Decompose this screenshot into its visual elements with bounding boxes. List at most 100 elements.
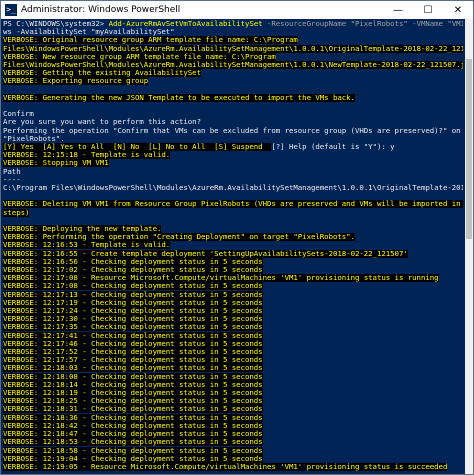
verbose-text: VERBOSE: 12:17:52 - Checking deployment …	[3, 348, 263, 357]
verbose-text: VERBOSE: Deploying the new template.	[3, 225, 162, 234]
minimize-button[interactable]: —	[383, 1, 413, 19]
console-line: Path	[3, 168, 463, 176]
powershell-window: >_ Administrator: Windows PowerShell — ☐…	[0, 0, 474, 475]
console-line: Files\WindowsPowerShell\Modules\AzureRm.…	[3, 61, 463, 70]
console-line: VERBOSE: Original resource group ARM tem…	[3, 36, 463, 45]
verbose-text: VERBOSE: 12:17:57 - Checking deployment …	[3, 356, 263, 365]
console-line: VERBOSE: Exporting resource group	[3, 77, 463, 86]
console-line: VERBOSE: Deleting VM VM1 from Resource G…	[3, 200, 463, 209]
verbose-text: VERBOSE: 12:17:08 - Resource Microsoft.C…	[3, 274, 439, 283]
verbose-text: VERBOSE: 12:18:03 - Checking deployment …	[3, 364, 263, 373]
verbose-text: VERBOSE: 12:16:56 - Checking deployment …	[3, 257, 263, 266]
verbose-text: VERBOSE: 12:18:58 - Checking deployment …	[3, 446, 263, 455]
verbose-text: VERBOSE: 12:17:46 - Checking deployment …	[3, 339, 263, 348]
console-line: Confirm	[3, 110, 463, 118]
verbose-text: VERBOSE: 12:17:13 - Checking deployment …	[3, 290, 263, 299]
confirm-options: [Y] Yes [A] Yes to All [N] No [L] No to …	[3, 143, 272, 152]
verbose-text: VERBOSE: 12:18:08 - Checking deployment …	[3, 372, 263, 381]
verbose-text: VERBOSE: 12:18:25 - Checking deployment …	[3, 397, 263, 406]
output-text: ws -AvailabilitySet "myAvailabilitySet"	[3, 28, 175, 37]
verbose-text: Files\WindowsPowerShell\Modules\AzureRm.…	[3, 44, 463, 53]
verbose-text: VERBOSE: 12:17:24 - Checking deployment …	[3, 307, 263, 316]
console-line: VERBOSE: 12:17:46 - Checking deployment …	[3, 339, 463, 348]
verbose-text: VERBOSE: 12:17:08 - Checking deployment …	[3, 282, 263, 291]
console-line: Are you sure you want to perform this ac…	[3, 118, 463, 126]
console-line: VERBOSE: 12:16:56 - Checking deployment …	[3, 257, 463, 266]
cmdlet-text: Add-AzureRmAvSetVmToAvailabilitySet	[108, 20, 263, 28]
output-text: "PixelRobots".	[3, 134, 65, 143]
output-text: ----	[3, 175, 21, 184]
console-line: VERBOSE: 12:19:04 - Checking deployment …	[3, 454, 463, 463]
output-text: Confirm	[3, 110, 34, 119]
console-line: VERBOSE: 12:18:03 - Checking deployment …	[3, 364, 463, 373]
console-line: VERBOSE: Deploying the new template.	[3, 225, 463, 234]
console-line: Performing the operation "Confirm that V…	[3, 127, 463, 135]
console-line: steps)	[3, 208, 463, 217]
verbose-text: VERBOSE: New resource group ARM template…	[3, 52, 276, 61]
verbose-text: VERBOSE: 12:18:42 - Checking deployment …	[3, 421, 263, 430]
console-line: VERBOSE: 12:17:19 - Checking deployment …	[3, 298, 463, 307]
verbose-text: VERBOSE: 12:16:53 - Template is valid.	[3, 241, 171, 250]
verbose-text: VERBOSE: 12:18:31 - Checking deployment …	[3, 405, 263, 414]
console-line: VERBOSE: 12:18:14 - Checking deployment …	[3, 380, 463, 389]
console-line: VERBOSE: 12:18:58 - Checking deployment …	[3, 446, 463, 455]
prompt-text: PS C:\WINDOWS\system32>	[3, 20, 109, 28]
console-line: VERBOSE: 12:18:19 - Checking deployment …	[3, 389, 463, 398]
verbose-text: VERBOSE: Exporting resource group	[3, 77, 149, 86]
verbose-text: VERBOSE: 12:15:18 - Template is valid.	[3, 151, 171, 160]
scrollbar-thumb[interactable]	[466, 59, 472, 239]
output-text: C:\Program Files\WindowsPowerShell\Modul…	[3, 184, 463, 193]
console-line: VERBOSE: 12:17:08 - Resource Microsoft.C…	[3, 274, 463, 283]
verbose-text: VERBOSE: 12:18:14 - Checking deployment …	[3, 380, 263, 389]
console-line: VERBOSE: 12:17:57 - Checking deployment …	[3, 356, 463, 365]
console-line: VERBOSE: 12:18:08 - Checking deployment …	[3, 372, 463, 381]
console-line: VERBOSE: Generating the new JSON Templat…	[3, 93, 463, 102]
parameters-text: -ResourceGroupName "PixelRobots" -VMName…	[266, 20, 463, 28]
powershell-icon: >_	[5, 4, 17, 16]
verbose-text: VERBOSE: Getting the existing Availabili…	[3, 69, 201, 78]
console-line: VERBOSE: 12:16:53 - Template is valid.	[3, 241, 463, 250]
console-line: VERBOSE: 12:18:47 - Checking deployment …	[3, 430, 463, 439]
console-line: Files\WindowsPowerShell\Modules\AzureRm.…	[3, 44, 463, 53]
verbose-text: Files\WindowsPowerShell\Modules\AzureRm.…	[3, 61, 463, 70]
output-text: Path	[3, 167, 21, 176]
window-title: Administrator: Windows PowerShell	[21, 5, 181, 15]
title-bar[interactable]: >_ Administrator: Windows PowerShell — ☐…	[1, 1, 473, 19]
verbose-text: VERBOSE: 12:18:19 - Checking deployment …	[3, 389, 263, 398]
console-line: [Y] Yes [A] Yes to All [N] No [L] No to …	[3, 143, 463, 152]
verbose-text: VERBOSE: 12:19:04 - Checking deployment …	[3, 454, 263, 463]
verbose-text: VERBOSE: Stopping VM VM1	[3, 159, 109, 168]
console-line: VERBOSE: 12:18:25 - Checking deployment …	[3, 397, 463, 406]
console-line: VERBOSE: 12:17:30 - Checking deployment …	[3, 315, 463, 324]
output-text: Are you sure you want to perform this ac…	[3, 118, 201, 127]
output-text: Performing the operation "Confirm that V…	[3, 126, 463, 135]
console-output[interactable]: PS C:\WINDOWS\system32> Add-AzureRmAvSet…	[1, 19, 465, 474]
console-line: VERBOSE: Getting the existing Availabili…	[3, 69, 463, 78]
console-line: VERBOSE: 12:16:55 - Create template depl…	[3, 249, 463, 258]
console-line: VERBOSE: Stopping VM VM1	[3, 159, 463, 168]
console-line: VERBOSE: 12:17:08 - Checking deployment …	[3, 282, 463, 291]
verbose-text: VERBOSE: Performing the operation "Creat…	[3, 233, 355, 242]
console-line: VERBOSE: 12:19:05 - Resource Microsoft.C…	[3, 462, 463, 471]
console-line: VERBOSE: 12:18:36 - Checking deployment …	[3, 413, 463, 422]
console-line: VERBOSE: 12:17:41 - Checking deployment …	[3, 331, 463, 340]
verbose-text: steps)	[3, 208, 30, 217]
verbose-text: VERBOSE: 12:17:30 - Checking deployment …	[3, 315, 263, 324]
maximize-button[interactable]: ☐	[413, 1, 443, 19]
close-button[interactable]: ✕	[443, 1, 473, 19]
verbose-text: VERBOSE: 12:18:36 - Checking deployment …	[3, 413, 263, 422]
vertical-scrollbar[interactable]	[465, 19, 473, 474]
verbose-text: VERBOSE: 12:16:55 - Create template depl…	[3, 249, 408, 258]
verbose-text: VERBOSE: Deleting VM VM1 from Resource G…	[3, 200, 463, 209]
console-line: ----	[3, 176, 463, 184]
console-line: VERBOSE: 12:18:53 - Checking deployment …	[3, 438, 463, 447]
verbose-text: VERBOSE: 12:17:02 - Checking deployment …	[3, 266, 263, 275]
verbose-text: VERBOSE: 12:18:53 - Checking deployment …	[3, 438, 263, 447]
console-line: VERBOSE: Performing the operation "Creat…	[3, 233, 463, 242]
console-line: VERBOSE: 12:18:42 - Checking deployment …	[3, 421, 463, 430]
verbose-text: VERBOSE: Generating the new JSON Templat…	[3, 93, 355, 102]
console-line: C:\Program Files\WindowsPowerShell\Modul…	[3, 184, 463, 192]
verbose-text: VERBOSE: 12:17:35 - Checking deployment …	[3, 323, 263, 332]
